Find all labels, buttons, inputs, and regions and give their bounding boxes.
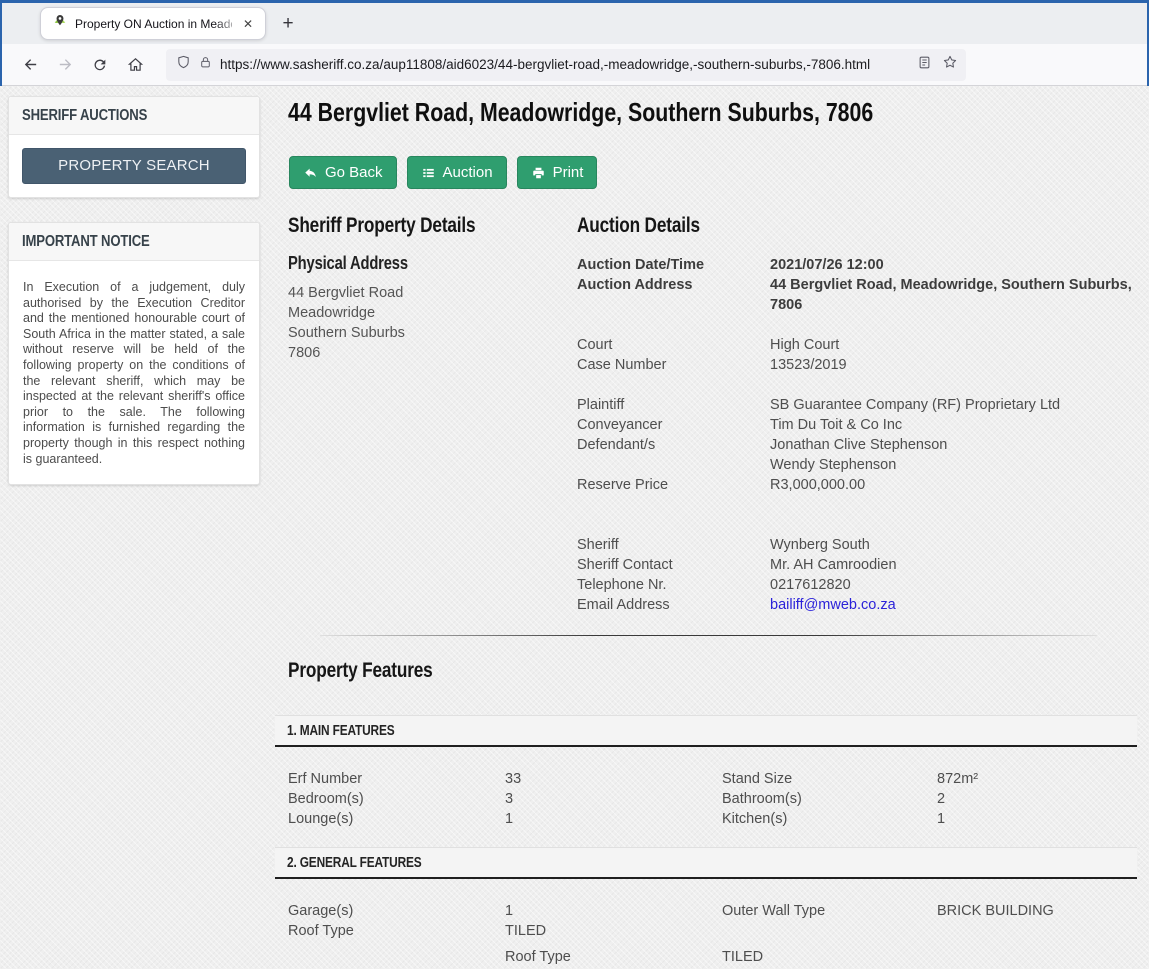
url-text[interactable]: https://www.sasheriff.co.za/aup11808/aid… (220, 57, 909, 72)
defendant-row: Defendant/s Jonathan Clive Stephenson We… (577, 435, 1137, 475)
table-row: Lounge(s) 1 Kitchen(s) 1 (275, 809, 1137, 829)
home-button[interactable] (119, 50, 151, 80)
address-line: 7806 (288, 343, 577, 363)
main-features-title: 1. MAIN FEATURES (287, 723, 394, 739)
url-bar[interactable]: https://www.sasheriff.co.za/aup11808/aid… (166, 49, 966, 81)
action-buttons: Go Back Auction Print (275, 156, 1137, 189)
go-back-button[interactable]: Go Back (289, 156, 397, 189)
browser-window: Property ON Auction in Meadowridge ✕ + (0, 0, 1149, 969)
property-search-button[interactable]: PROPERTY SEARCH (22, 148, 246, 184)
important-notice-text: In Execution of a judgement, duly author… (22, 274, 246, 471)
important-notice-panel: IMPORTANT NOTICE In Execution of a judge… (8, 222, 260, 485)
back-button[interactable] (14, 50, 46, 80)
property-details-heading: Sheriff Property Details (288, 214, 475, 238)
property-features-heading: Property Features (288, 659, 433, 683)
general-features-bar: 2. GENERAL FEATURES (275, 847, 1137, 879)
page-title: 44 Bergvliet Road, Meadowridge, Southern… (288, 96, 873, 128)
table-row: Erf Number 33 Stand Size 872m² (275, 769, 1137, 789)
email-row: Email Address bailiff@mweb.co.za (577, 595, 1137, 615)
section-divider (320, 635, 1097, 636)
plaintiff-row: Plaintiff SB Guarantee Company (RF) Prop… (577, 395, 1137, 415)
physical-address-heading: Physical Address (288, 253, 408, 274)
tab-close-icon[interactable]: ✕ (239, 15, 257, 33)
physical-address: 44 Bergvliet Road Meadowridge Southern S… (288, 283, 577, 363)
reserve-price-row: Reserve Price R3,000,000.00 (577, 475, 1137, 495)
email-link[interactable]: bailiff@mweb.co.za (770, 597, 896, 613)
back-arrow-icon (303, 166, 318, 180)
sheriff-auctions-header: SHERIFF AUCTIONS (9, 97, 259, 135)
list-icon (421, 166, 436, 180)
court-row: Court High Court (577, 335, 1137, 355)
reload-button[interactable] (84, 50, 116, 80)
browser-tab[interactable]: Property ON Auction in Meadowridge ✕ (40, 7, 266, 40)
general-features-table: Garage(s) 1 Outer Wall Type BRICK BUILDI… (275, 879, 1137, 969)
table-row: Bedroom(s) 3 Bathroom(s) 2 (275, 789, 1137, 809)
auction-button[interactable]: Auction (407, 156, 507, 189)
sheriff-auctions-panel: SHERIFF AUCTIONS PROPERTY SEARCH (8, 96, 260, 198)
tab-title-fade (215, 8, 241, 39)
reader-mode-icon[interactable] (917, 55, 932, 75)
sheriff-property-details: Sheriff Property Details Physical Addres… (275, 211, 577, 615)
important-notice-title: IMPORTANT NOTICE (22, 233, 150, 251)
auction-details: Auction Details Auction Date/Time 2021/0… (577, 211, 1137, 615)
new-tab-button[interactable]: + (274, 10, 302, 38)
browser-chrome: Property ON Auction in Meadowridge ✕ + (0, 0, 1149, 86)
sheriff-contact-row: Sheriff Contact Mr. AH Camroodien (577, 555, 1137, 575)
important-notice-header: IMPORTANT NOTICE (9, 223, 259, 261)
auction-label: Auction (443, 164, 493, 181)
address-line: 44 Bergvliet Road (288, 283, 577, 303)
printer-icon (531, 166, 546, 180)
main-content: 44 Bergvliet Road, Meadowridge, Southern… (275, 94, 1137, 969)
table-row: Roof Type TILED (275, 921, 1137, 941)
print-button[interactable]: Print (517, 156, 598, 189)
page-content: SHERIFF AUCTIONS PROPERTY SEARCH IMPORTA… (0, 86, 1149, 969)
main-features-bar: 1. MAIN FEATURES (275, 715, 1137, 747)
telephone-row: Telephone Nr. 0217612820 (577, 575, 1137, 595)
sheriff-row: Sheriff Wynberg South (577, 535, 1137, 555)
auction-address-row: Auction Address 44 Bergvliet Road, Meado… (577, 275, 1137, 315)
map-pin-favicon (52, 13, 68, 34)
tab-title: Property ON Auction in Meadowridge (75, 17, 232, 31)
main-features-table: Erf Number 33 Stand Size 872m² Bedroom(s… (275, 747, 1137, 845)
address-line: Meadowridge (288, 303, 577, 323)
bookmark-star-icon[interactable] (942, 54, 958, 75)
auction-date-row: Auction Date/Time 2021/07/26 12:00 (577, 255, 1137, 275)
tab-bar: Property ON Auction in Meadowridge ✕ + (2, 3, 1147, 44)
defendant-2: Wendy Stephenson (770, 455, 1137, 475)
address-line: Southern Suburbs (288, 323, 577, 343)
table-row: Garage(s) 1 Outer Wall Type BRICK BUILDI… (275, 901, 1137, 921)
defendant-1: Jonathan Clive Stephenson (770, 435, 1137, 455)
sidebar: SHERIFF AUCTIONS PROPERTY SEARCH IMPORTA… (8, 96, 260, 509)
forward-button[interactable] (49, 50, 81, 80)
general-features-title: 2. GENERAL FEATURES (287, 855, 422, 871)
conveyancer-row: Conveyancer Tim Du Toit & Co Inc (577, 415, 1137, 435)
sheriff-auctions-title: SHERIFF AUCTIONS (22, 107, 147, 125)
go-back-label: Go Back (325, 164, 383, 181)
case-number-row: Case Number 13523/2019 (577, 355, 1137, 375)
table-row: Roof Type TILED (275, 947, 1137, 967)
shield-icon[interactable] (176, 54, 191, 75)
navigation-toolbar: https://www.sasheriff.co.za/aup11808/aid… (2, 44, 1147, 86)
auction-details-heading: Auction Details (577, 214, 700, 238)
print-label: Print (553, 164, 584, 181)
lock-icon[interactable] (199, 55, 212, 75)
